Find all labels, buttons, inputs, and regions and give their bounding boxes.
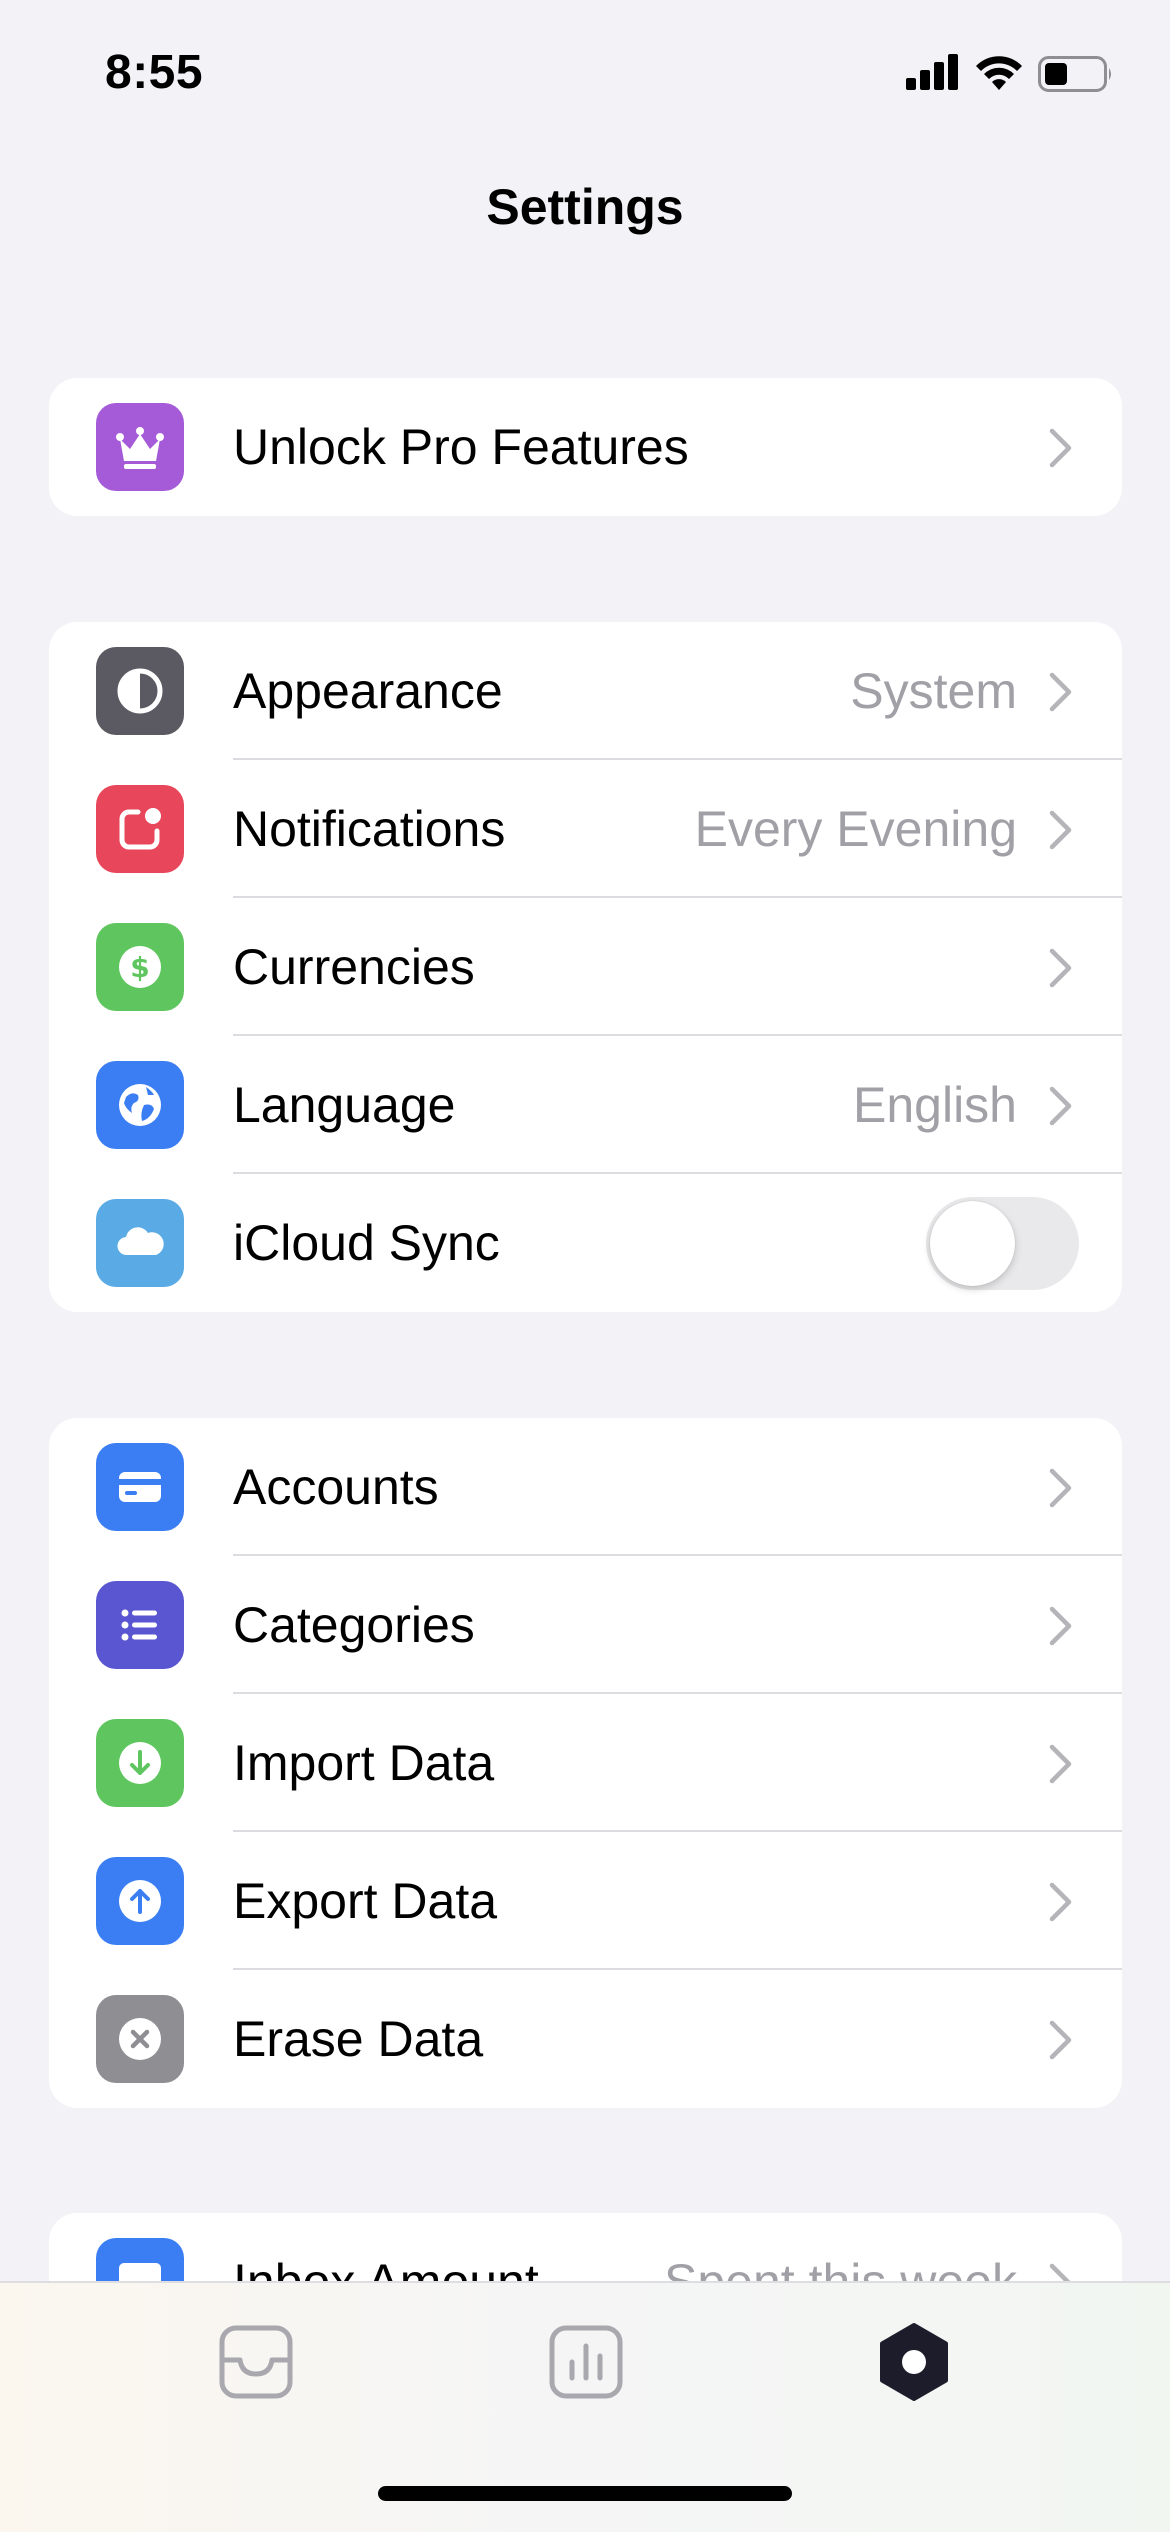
currencies-row[interactable]: $ Currencies	[49, 898, 1122, 1036]
import-data-label: Import Data	[233, 1735, 495, 1791]
chevron-right-icon	[1049, 1882, 1072, 1922]
chevron-right-icon	[1049, 2020, 1072, 2060]
svg-text:$: $	[130, 951, 149, 984]
tab-settings[interactable]	[874, 2322, 954, 2402]
globe-icon	[96, 1061, 184, 1149]
chevron-right-icon	[1049, 1744, 1072, 1784]
list-icon	[96, 1581, 184, 1669]
categories-label: Categories	[233, 1597, 475, 1653]
tab-stats[interactable]	[546, 2322, 626, 2402]
appearance-label: Appearance	[233, 663, 503, 719]
accounts-row[interactable]: Accounts	[49, 1418, 1122, 1556]
x-circle-icon	[96, 1995, 184, 2083]
home-indicator	[378, 2486, 792, 2501]
icloud-sync-toggle[interactable]	[926, 1197, 1079, 1290]
language-value: English	[853, 1077, 1017, 1133]
pro-section: Unlock Pro Features	[49, 378, 1122, 516]
icloud-sync-row: iCloud Sync	[49, 1174, 1122, 1312]
cloud-icon	[96, 1199, 184, 1287]
cellular-signal-icon	[906, 54, 958, 90]
general-section: Appearance System Notifications Every Ev…	[49, 622, 1122, 1312]
contrast-icon	[96, 647, 184, 735]
status-bar: 8:55	[0, 0, 1170, 150]
battery-icon	[1038, 56, 1111, 92]
language-label: Language	[233, 1077, 456, 1133]
chevron-right-icon	[1049, 428, 1072, 468]
inbox-tray-icon	[219, 2325, 293, 2399]
appearance-row[interactable]: Appearance System	[49, 622, 1122, 760]
language-row[interactable]: Language English	[49, 1036, 1122, 1174]
unlock-pro-row[interactable]: Unlock Pro Features	[49, 378, 1122, 516]
unlock-pro-label: Unlock Pro Features	[233, 419, 689, 475]
erase-data-row[interactable]: Erase Data	[49, 1970, 1122, 2108]
data-section: Accounts Categories Import Data Export D…	[49, 1418, 1122, 2108]
chevron-right-icon	[1049, 1468, 1072, 1508]
arrow-down-circle-icon	[96, 1719, 184, 1807]
chevron-right-icon	[1049, 1606, 1072, 1646]
chevron-right-icon	[1049, 672, 1072, 712]
categories-row[interactable]: Categories	[49, 1556, 1122, 1694]
dollar-icon: $	[96, 923, 184, 1011]
page-title: Settings	[486, 179, 684, 235]
arrow-up-circle-icon	[96, 1857, 184, 1945]
toggle-knob	[930, 1201, 1015, 1286]
import-data-row[interactable]: Import Data	[49, 1694, 1122, 1832]
erase-data-label: Erase Data	[233, 2011, 484, 2067]
chevron-right-icon	[1049, 1086, 1072, 1126]
currencies-label: Currencies	[233, 939, 475, 995]
notifications-row[interactable]: Notifications Every Evening	[49, 760, 1122, 898]
export-data-label: Export Data	[233, 1873, 498, 1929]
status-time: 8:55	[105, 46, 204, 99]
wifi-icon	[976, 56, 1022, 90]
notifications-value: Every Evening	[694, 801, 1017, 857]
export-data-row[interactable]: Export Data	[49, 1832, 1122, 1970]
chevron-right-icon	[1049, 810, 1072, 850]
card-icon	[96, 1443, 184, 1531]
crown-icon	[96, 403, 184, 491]
notification-badge-icon	[96, 785, 184, 873]
chevron-right-icon	[1049, 948, 1072, 988]
bar-chart-icon	[549, 2325, 623, 2399]
accounts-label: Accounts	[233, 1459, 439, 1515]
tab-inbox[interactable]	[216, 2322, 296, 2402]
notifications-label: Notifications	[233, 801, 506, 857]
settings-hexagon-icon	[880, 2323, 948, 2401]
icloud-sync-label: iCloud Sync	[233, 1215, 500, 1271]
appearance-value: System	[850, 663, 1017, 719]
